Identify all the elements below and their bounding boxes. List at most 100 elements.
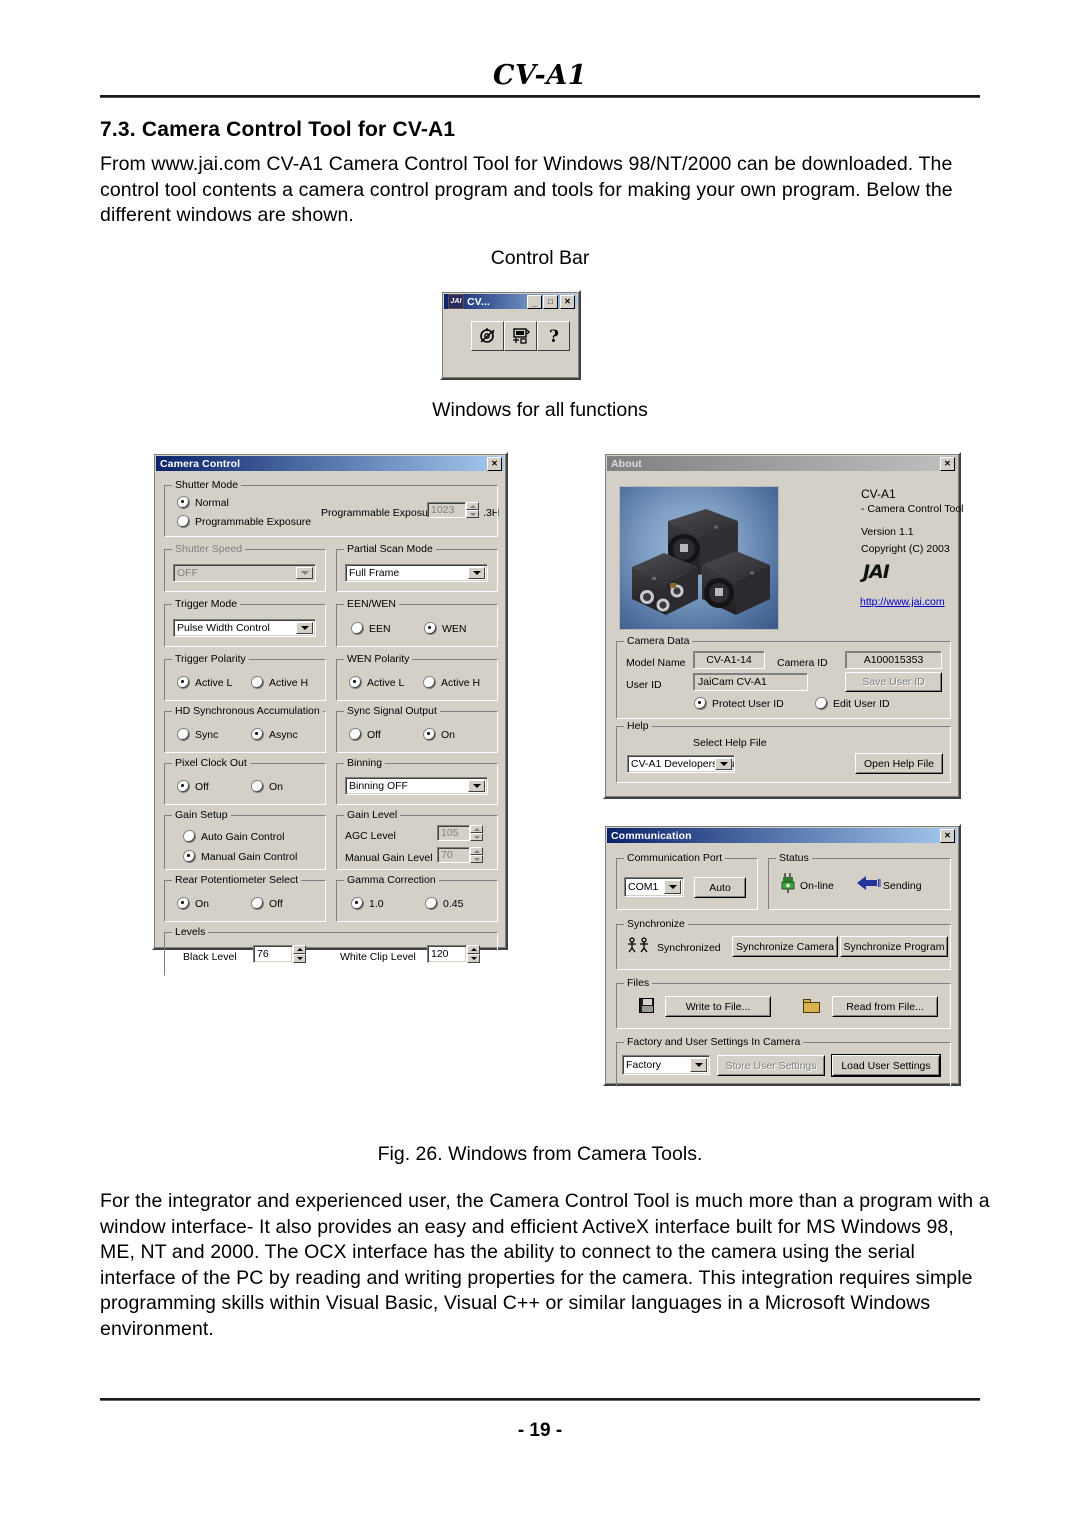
- binning-combo[interactable]: Binning OFF: [345, 777, 488, 795]
- close-button[interactable]: ✕: [560, 294, 575, 309]
- settings-source-combo[interactable]: Factory: [622, 1055, 710, 1075]
- spin-up[interactable]: [466, 502, 479, 510]
- open-help-file-button[interactable]: Open Help File: [855, 753, 943, 774]
- chevron-down-icon[interactable]: [690, 1058, 707, 1072]
- minimize-button[interactable]: _: [527, 294, 542, 309]
- maximize-button[interactable]: □: [543, 294, 558, 309]
- shutter-speed-combo[interactable]: OFF: [173, 564, 316, 582]
- partial-scan-combo[interactable]: Full Frame: [345, 564, 488, 582]
- group-caption: Camera Data: [624, 635, 693, 647]
- communication-window[interactable]: Communication ✕ Communication Port COM1 …: [603, 824, 961, 1087]
- com-port-combo[interactable]: COM1: [624, 877, 684, 897]
- help-file-combo[interactable]: CV-A1 Developers Guide.pdf: [627, 755, 735, 773]
- read-from-file-button[interactable]: Read from File...: [832, 996, 938, 1017]
- radio-trigger-active-l[interactable]: Active L: [177, 676, 232, 689]
- radio-label: 1.0: [369, 897, 384, 910]
- spin-down[interactable]: [293, 954, 306, 963]
- radio-hd-sync[interactable]: Sync: [177, 728, 218, 741]
- auto-button[interactable]: Auto: [694, 877, 746, 898]
- radio-pixel-clock-off[interactable]: Off: [177, 780, 209, 793]
- programmable-exposure-input[interactable]: 1023: [427, 502, 466, 518]
- chevron-down-icon[interactable]: [468, 780, 485, 792]
- communication-titlebar[interactable]: Communication ✕: [607, 828, 957, 843]
- radio-pixel-clock-on[interactable]: On: [251, 780, 283, 793]
- white-clip-level-input[interactable]: 120: [427, 945, 467, 963]
- control-bar-window[interactable]: JAI CV... _ □ ✕ ?: [440, 290, 581, 380]
- figure-caption: Fig. 26. Windows from Camera Tools.: [377, 1143, 703, 1165]
- radio-shutter-programmable[interactable]: Programmable Exposure: [177, 515, 311, 528]
- group-caption: WEN Polarity: [344, 653, 413, 665]
- radio-gamma-10[interactable]: 1.0: [351, 897, 384, 910]
- radio-label: 0.45: [443, 897, 464, 910]
- radio-shutter-normal[interactable]: Normal: [177, 496, 229, 509]
- close-button[interactable]: ✕: [940, 828, 955, 843]
- document-page: CV-A1 7.3. Camera Control Tool for CV-A1…: [0, 0, 1080, 1528]
- spin-up[interactable]: [470, 847, 483, 855]
- close-button[interactable]: ✕: [487, 456, 502, 471]
- help-icon[interactable]: ?: [537, 321, 570, 351]
- online-label: On-line: [800, 880, 834, 892]
- store-user-settings-button[interactable]: Store User Settings: [717, 1055, 825, 1076]
- radio-sync-out-on[interactable]: On: [423, 728, 455, 741]
- radio-rear-pot-off[interactable]: Off: [251, 897, 283, 910]
- radio-wen-active-h[interactable]: Active H: [423, 676, 480, 689]
- synchronize-camera-button[interactable]: Synchronize Camera: [732, 936, 838, 957]
- radio-gamma-045[interactable]: 0.45: [425, 897, 463, 910]
- chevron-down-icon[interactable]: [664, 880, 681, 894]
- group-hd-sync-accumulation: HD Synchronous Accumulation Sync Async: [164, 705, 326, 753]
- agc-level-input[interactable]: 105: [437, 825, 470, 841]
- programmable-exposure-spinner[interactable]: [466, 502, 479, 518]
- manual-gain-level-input[interactable]: 70: [437, 847, 470, 863]
- radio-manual-gain[interactable]: Manual Gain Control: [183, 850, 297, 863]
- jai-website-link[interactable]: http://www.jai.com: [860, 596, 945, 608]
- radio-rear-pot-on[interactable]: On: [177, 897, 209, 910]
- black-level-input[interactable]: 76: [253, 945, 293, 963]
- radio-hd-async[interactable]: Async: [251, 728, 298, 741]
- spin-up[interactable]: [470, 825, 483, 833]
- black-level-spinner[interactable]: [293, 945, 306, 963]
- radio-dot: [177, 897, 190, 910]
- spin-up[interactable]: [467, 945, 480, 954]
- chevron-down-icon[interactable]: [296, 567, 313, 579]
- close-button[interactable]: ✕: [940, 456, 955, 471]
- white-clip-level-spinner[interactable]: [467, 945, 480, 963]
- trigger-mode-combo[interactable]: Pulse Width Control: [173, 619, 316, 637]
- about-window[interactable]: About ✕ CV-A1 - Camera Control Tool Vers…: [603, 452, 964, 799]
- group-caption: Sync Signal Output: [344, 705, 440, 717]
- manual-gain-level-spinner[interactable]: [470, 847, 483, 863]
- chevron-down-icon[interactable]: [296, 622, 313, 634]
- radio-wen-active-l[interactable]: Active L: [349, 676, 404, 689]
- spin-down[interactable]: [466, 510, 479, 518]
- radio-sync-out-off[interactable]: Off: [349, 728, 381, 741]
- header-rule: [100, 95, 980, 98]
- save-user-id-button[interactable]: Save User ID: [845, 672, 942, 692]
- user-id-input[interactable]: JaiCam CV-A1: [693, 673, 808, 691]
- camera-control-window[interactable]: Camera Control ✕ Shutter Mode Normal Pro…: [152, 452, 508, 976]
- about-titlebar[interactable]: About ✕: [607, 456, 957, 471]
- camera-control-titlebar[interactable]: Camera Control ✕: [156, 456, 504, 471]
- radio-wen[interactable]: WEN: [424, 622, 467, 635]
- spin-down[interactable]: [470, 833, 483, 841]
- group-caption: HD Synchronous Accumulation: [172, 705, 323, 717]
- write-to-file-button[interactable]: Write to File...: [665, 996, 771, 1017]
- radio-auto-gain[interactable]: Auto Gain Control: [183, 830, 284, 843]
- radio-trigger-active-h[interactable]: Active H: [251, 676, 308, 689]
- chevron-down-icon[interactable]: [715, 758, 732, 770]
- radio-een[interactable]: EEN: [351, 622, 391, 635]
- radio-label: Off: [269, 897, 283, 910]
- communication-icon[interactable]: [504, 321, 537, 351]
- radio-protect-user-id[interactable]: Protect User ID: [694, 697, 784, 710]
- synchronize-program-button[interactable]: Synchronize Program: [840, 936, 948, 957]
- camera-settings-icon[interactable]: [471, 321, 504, 351]
- spin-up[interactable]: [293, 945, 306, 954]
- spin-down[interactable]: [470, 855, 483, 863]
- agc-level-spinner[interactable]: [470, 825, 483, 841]
- control-bar-titlebar[interactable]: JAI CV... _ □ ✕: [444, 294, 577, 309]
- radio-label: EEN: [369, 622, 391, 635]
- chevron-down-icon[interactable]: [468, 567, 485, 579]
- radio-edit-user-id[interactable]: Edit User ID: [815, 697, 890, 710]
- spin-down[interactable]: [467, 954, 480, 963]
- two-people-icon: [626, 937, 650, 953]
- group-gain-level: Gain Level AGC Level 105 Manual Gain Lev…: [336, 809, 498, 870]
- load-user-settings-button[interactable]: Load User Settings: [831, 1054, 941, 1077]
